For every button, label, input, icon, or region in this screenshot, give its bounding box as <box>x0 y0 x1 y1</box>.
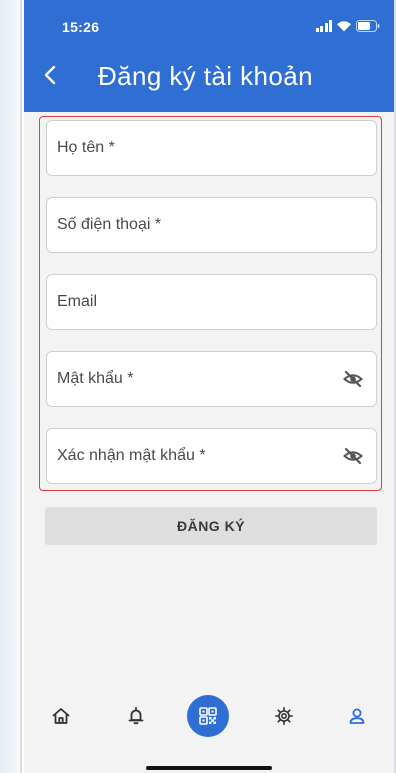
signal-icon <box>315 20 332 32</box>
register-button[interactable]: ĐĂNG KÝ <box>45 507 377 545</box>
full-name-field[interactable]: Họ tên * <box>46 120 377 176</box>
battery-icon <box>356 20 380 32</box>
email-label: Email <box>57 293 98 310</box>
phone-number-label: Số điện thoại * <box>57 216 162 233</box>
background-left <box>0 0 22 773</box>
home-icon[interactable] <box>41 696 81 736</box>
back-arrow-icon[interactable] <box>38 60 62 90</box>
profile-icon[interactable] <box>337 696 377 736</box>
bottom-navigation <box>24 686 394 773</box>
wifi-icon <box>336 20 352 32</box>
page-title: Đăng ký tài khoản <box>98 61 313 91</box>
bell-icon[interactable] <box>116 696 156 736</box>
phone-number-field[interactable]: Số điện thoại * <box>46 197 377 253</box>
home-indicator <box>146 766 272 770</box>
password-field[interactable]: Mật khẩu * <box>46 351 377 407</box>
eye-off-icon[interactable] <box>342 368 364 390</box>
password-label: Mật khẩu * <box>57 370 134 387</box>
full-name-label: Họ tên * <box>57 139 115 156</box>
status-icons <box>315 19 381 33</box>
settings-icon[interactable] <box>264 696 304 736</box>
confirm-password-label: Xác nhận mật khẩu * <box>57 447 206 464</box>
eye-off-icon[interactable] <box>342 445 364 467</box>
qr-code-icon[interactable] <box>187 695 229 737</box>
confirm-password-field[interactable]: Xác nhận mật khẩu * <box>46 428 377 484</box>
app-bar: 15:26 Đăng ký tài khoản <box>24 0 394 112</box>
phone-screen: 15:26 Đăng ký tài khoản Họ tên * Số điện… <box>24 0 394 773</box>
status-time: 15:26 <box>62 19 100 35</box>
email-field[interactable]: Email <box>46 274 377 330</box>
